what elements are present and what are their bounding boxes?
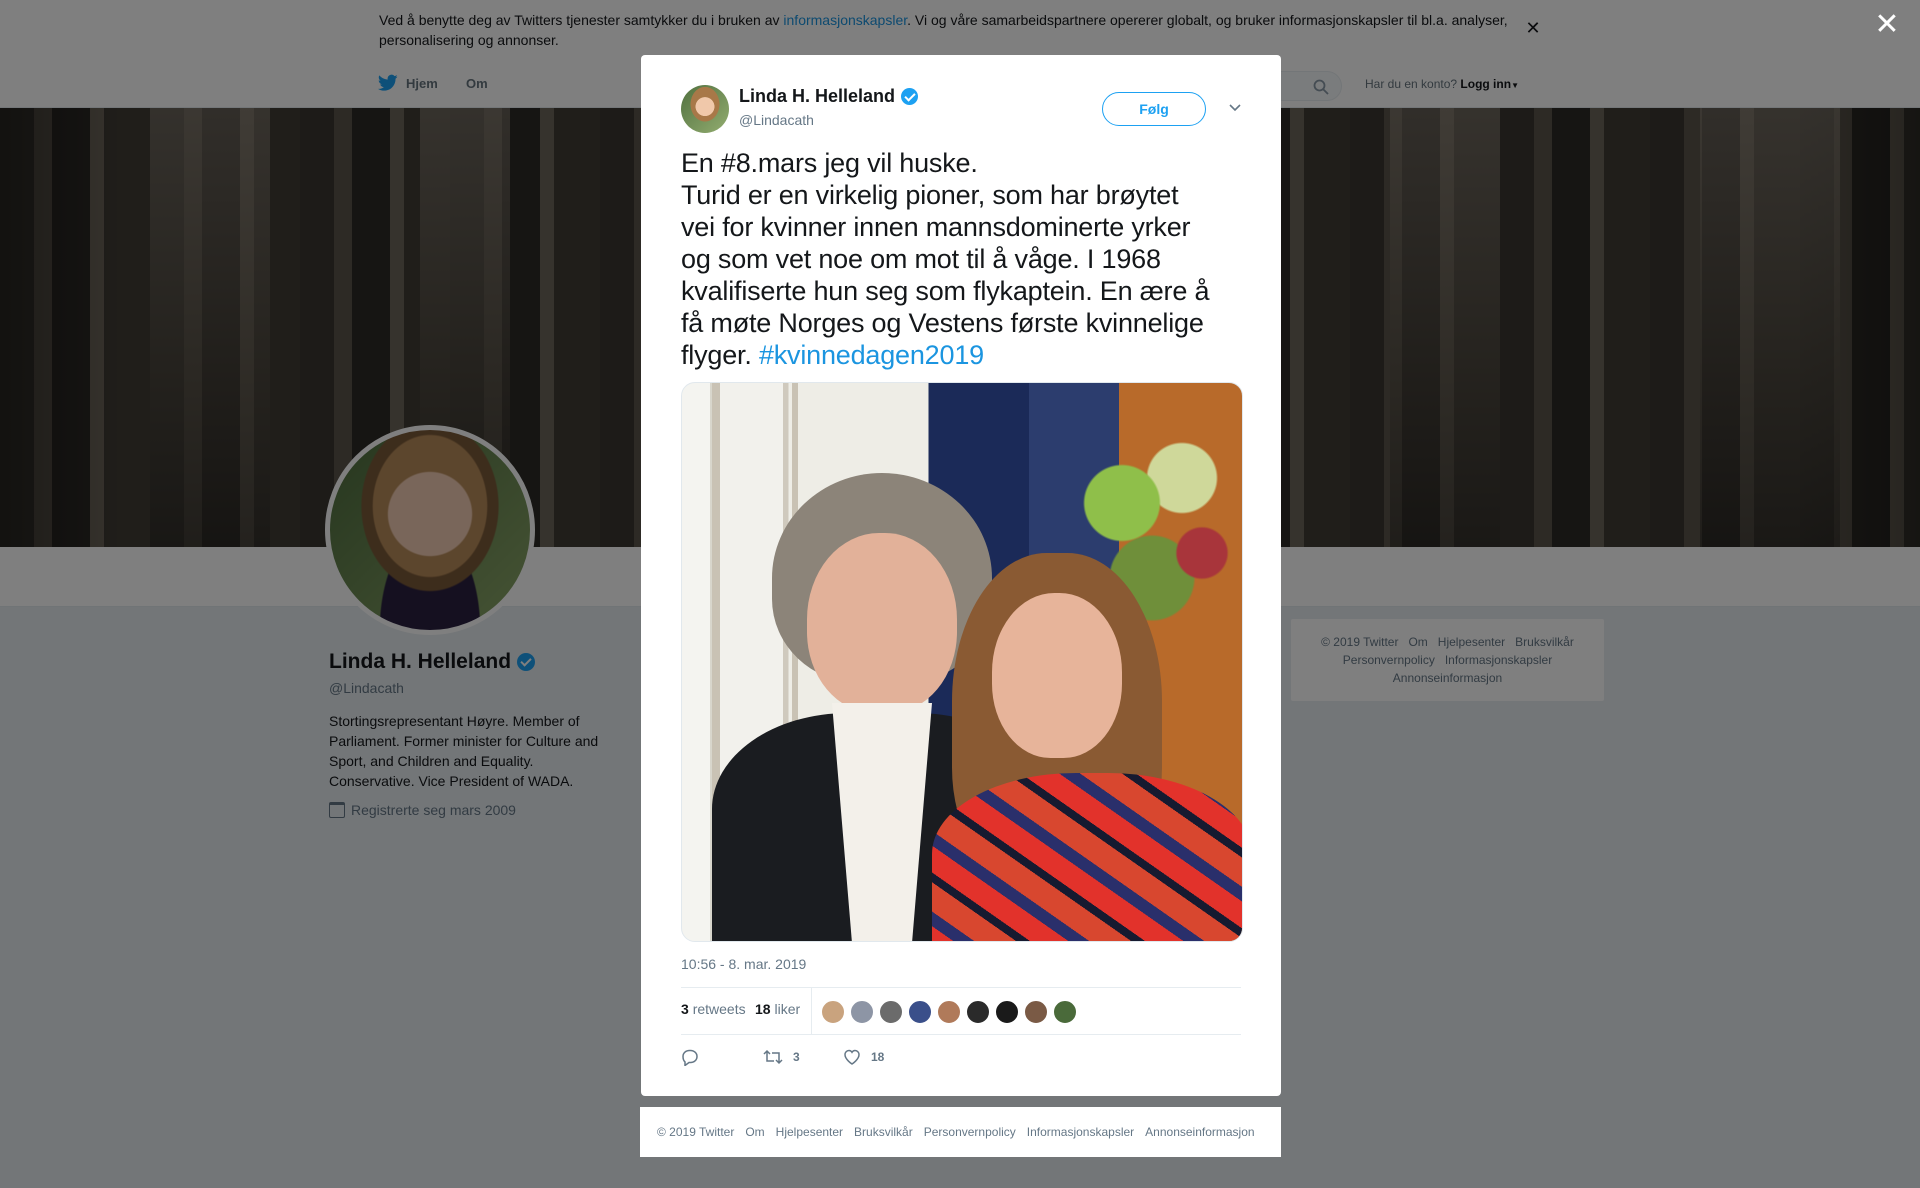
liker-avatar[interactable] — [879, 1000, 903, 1024]
retweet-button[interactable]: 3 — [763, 1048, 800, 1066]
reply-icon — [682, 1049, 698, 1066]
footer-copyright: © 2019 Twitter — [657, 1125, 735, 1139]
tweet-text: En #8.mars jeg vil huske. Turid er en vi… — [681, 147, 1251, 371]
retweet-icon — [763, 1049, 783, 1065]
tweet-text-line: vei for kvinner innen mannsdominerte yrk… — [681, 212, 1191, 242]
modal-footer: © 2019 Twitter Om Hjelpesenter Bruksvilk… — [640, 1107, 1281, 1157]
liker-avatars — [821, 1000, 1077, 1024]
footer-privacy[interactable]: Personvernpolicy — [924, 1125, 1016, 1139]
tweet-actions: 3 18 — [681, 1046, 1241, 1076]
liker-avatar[interactable] — [1024, 1000, 1048, 1024]
tweet-author-name-text: Linda H. Helleland — [739, 86, 896, 106]
chevron-down-icon[interactable] — [1227, 99, 1243, 115]
tweet-stats: 3 retweets 18 liker — [681, 987, 1241, 1035]
liker-avatar[interactable] — [908, 1000, 932, 1024]
tweet-modal: Linda H. Helleland @Lindacath Følg En #8… — [641, 55, 1281, 1096]
likes-count: 18 — [755, 1001, 771, 1017]
footer-about[interactable]: Om — [745, 1125, 764, 1139]
retweets-count: 3 — [681, 1001, 689, 1017]
footer-terms[interactable]: Bruksvilkår — [854, 1125, 913, 1139]
like-action-count: 18 — [871, 1050, 885, 1064]
close-icon[interactable]: ✕ — [1872, 10, 1902, 40]
tweet-author-avatar[interactable] — [681, 85, 729, 133]
liker-avatar[interactable] — [937, 1000, 961, 1024]
tweet-text-line: kvalifiserte hun seg som flykaptein. En … — [681, 276, 1210, 306]
tweet-text-line: flyger. #kvinnedagen2019 — [681, 339, 1251, 371]
liker-avatar[interactable] — [821, 1000, 845, 1024]
stats-divider — [811, 988, 812, 1034]
tweet-text-line: få møte Norges og Vestens første kvinnel… — [681, 308, 1204, 338]
follow-button[interactable]: Følg — [1102, 92, 1206, 126]
tweet-text-line: Turid er en virkelig pioner, som har brø… — [681, 180, 1179, 210]
footer-ads-info[interactable]: Annonseinformasjon — [1145, 1125, 1254, 1139]
footer-cookies[interactable]: Informasjonskapsler — [1027, 1125, 1134, 1139]
tweet-text-line: En #8.mars jeg vil huske. — [681, 148, 978, 178]
tweet-text-end: flyger. — [681, 340, 759, 370]
liker-avatar[interactable] — [850, 1000, 874, 1024]
verified-badge-icon — [901, 88, 919, 105]
tweet-author-handle[interactable]: @Lindacath — [739, 112, 814, 128]
tweet-author-name[interactable]: Linda H. Helleland — [739, 86, 919, 107]
tweet-text-line: og som vet noe om mot til å våge. I 1968 — [681, 244, 1161, 274]
liker-avatar[interactable] — [966, 1000, 990, 1024]
footer-help[interactable]: Hjelpesenter — [776, 1125, 843, 1139]
retweets-stat[interactable]: 3 retweets — [681, 1001, 746, 1017]
heart-icon — [844, 1049, 860, 1065]
like-button[interactable]: 18 — [843, 1048, 884, 1066]
tweet-photo[interactable] — [681, 382, 1243, 942]
retweet-action-count: 3 — [793, 1050, 800, 1064]
retweets-label: retweets — [692, 1001, 746, 1017]
liker-avatar[interactable] — [995, 1000, 1019, 1024]
likes-stat[interactable]: 18 liker — [755, 1001, 800, 1017]
liker-avatar[interactable] — [1053, 1000, 1077, 1024]
likes-label: liker — [774, 1001, 801, 1017]
tweet-timestamp[interactable]: 10:56 - 8. mar. 2019 — [681, 956, 806, 972]
hashtag-link[interactable]: #kvinnedagen2019 — [759, 340, 984, 370]
reply-button[interactable] — [681, 1048, 699, 1066]
